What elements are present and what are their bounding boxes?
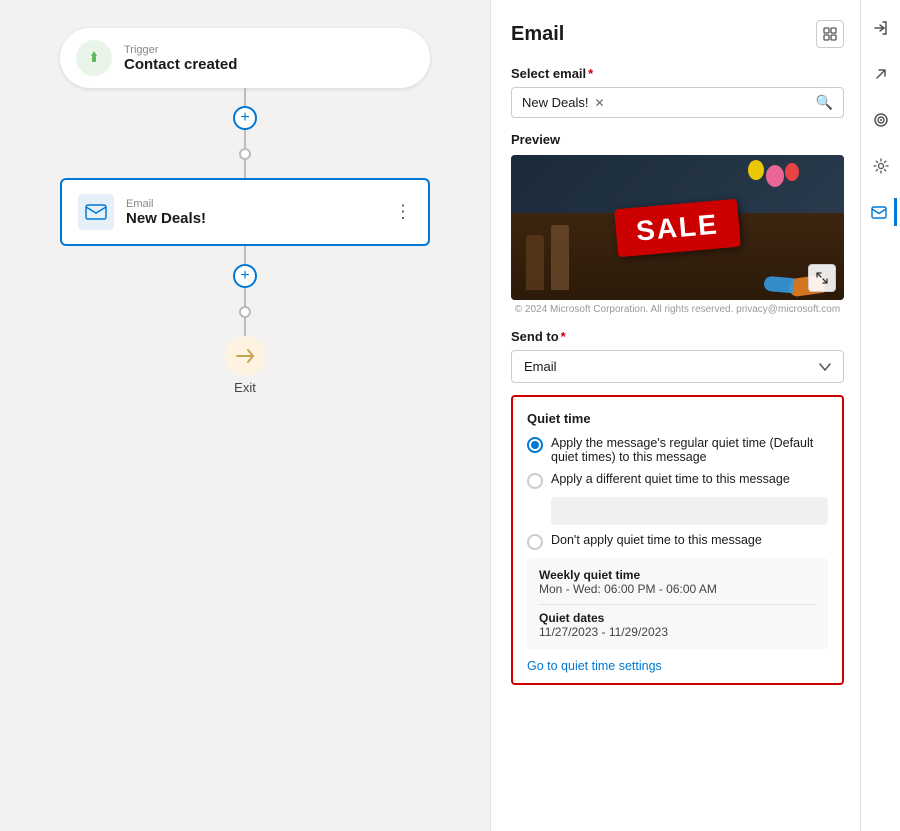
trigger-icon bbox=[76, 40, 112, 76]
quiet-option-3-text: Don't apply quiet time to this message bbox=[551, 533, 762, 547]
preview-image: SALE bbox=[511, 155, 844, 300]
email-node[interactable]: Email New Deals! ⋮ bbox=[60, 178, 430, 246]
line-3 bbox=[244, 160, 246, 178]
login-icon-button[interactable] bbox=[867, 14, 895, 42]
email-node-name: New Deals! bbox=[126, 210, 206, 227]
email-node-text: Email New Deals! bbox=[126, 198, 206, 227]
line-1 bbox=[244, 88, 246, 106]
quiet-info-box: Weekly quiet time Mon - Wed: 06:00 PM - … bbox=[527, 558, 828, 649]
quiet-option-3[interactable]: Don't apply quiet time to this message bbox=[527, 533, 828, 550]
exit-label: Exit bbox=[234, 380, 256, 395]
panel-title-text: Email bbox=[511, 23, 564, 46]
email-chip: New Deals! ✕ bbox=[522, 95, 605, 110]
radio-1[interactable] bbox=[527, 437, 543, 453]
target-icon-button[interactable] bbox=[867, 106, 895, 134]
exit-icon-button[interactable] bbox=[867, 60, 895, 88]
canvas-panel: Trigger Contact created + Email New Deal… bbox=[0, 0, 490, 831]
quiet-dates-value: 11/27/2023 - 11/29/2023 bbox=[539, 625, 816, 639]
quiet-input-placeholder bbox=[551, 497, 828, 525]
trigger-text: Trigger Contact created bbox=[124, 44, 237, 73]
panel-expand-icon[interactable] bbox=[816, 20, 844, 48]
quiet-dates-title: Quiet dates bbox=[539, 611, 816, 625]
settings-icon-button[interactable] bbox=[867, 152, 895, 180]
connector-1: + bbox=[233, 88, 257, 178]
add-step-2-button[interactable]: + bbox=[233, 264, 257, 288]
line-6 bbox=[244, 318, 246, 336]
preview-wrapper: SALE © 2024 Microsoft Corporation. All r… bbox=[511, 155, 844, 315]
connector-dot-2 bbox=[239, 306, 251, 318]
sale-sign: SALE bbox=[614, 198, 740, 257]
trigger-label: Trigger bbox=[124, 44, 237, 56]
trigger-name: Contact created bbox=[124, 56, 237, 73]
radio-2[interactable] bbox=[527, 473, 543, 489]
weekly-quiet-title: Weekly quiet time bbox=[539, 568, 816, 582]
line-2 bbox=[244, 130, 246, 148]
preview-footer: © 2024 Microsoft Corporation. All rights… bbox=[511, 304, 844, 315]
sale-scene: SALE bbox=[511, 155, 844, 300]
quiet-time-title: Quiet time bbox=[527, 411, 828, 426]
send-to-label: Send to* bbox=[511, 329, 844, 344]
email-chip-text: New Deals! bbox=[522, 95, 588, 110]
email-node-label: Email bbox=[126, 198, 206, 210]
connector-2: + bbox=[233, 246, 257, 336]
quiet-option-2[interactable]: Apply a different quiet time to this mes… bbox=[527, 472, 828, 489]
quiet-option-2-text: Apply a different quiet time to this mes… bbox=[551, 472, 790, 486]
preview-label: Preview bbox=[511, 132, 844, 147]
email-select-box[interactable]: New Deals! ✕ 🔍 bbox=[511, 87, 844, 118]
line-4 bbox=[244, 246, 246, 264]
email-icon-button[interactable] bbox=[865, 198, 897, 226]
panel-title-row: Email bbox=[511, 20, 844, 48]
select-email-label: Select email* bbox=[511, 66, 844, 81]
quiet-dates-row: Quiet dates 11/27/2023 - 11/29/2023 bbox=[539, 611, 816, 639]
send-to-dropdown[interactable]: Email bbox=[511, 350, 844, 383]
preview-expand-button[interactable] bbox=[808, 264, 836, 292]
chip-close-button[interactable]: ✕ bbox=[594, 96, 604, 110]
node-menu-button[interactable]: ⋮ bbox=[390, 198, 416, 227]
exit-icon bbox=[225, 336, 265, 376]
radio-3[interactable] bbox=[527, 534, 543, 550]
email-search-icon[interactable]: 🔍 bbox=[816, 94, 833, 111]
quiet-time-section: Quiet time Apply the message's regular q… bbox=[511, 395, 844, 685]
line-5 bbox=[244, 288, 246, 306]
trigger-node: Trigger Contact created bbox=[60, 28, 430, 88]
add-step-1-button[interactable]: + bbox=[233, 106, 257, 130]
quiet-option-1[interactable]: Apply the message's regular quiet time (… bbox=[527, 436, 828, 464]
exit-node: Exit bbox=[225, 336, 265, 395]
send-to-value: Email bbox=[524, 359, 557, 374]
right-panel: Email Select email* New Deals! ✕ 🔍 Previ bbox=[490, 0, 900, 831]
email-node-icon bbox=[78, 194, 114, 230]
sidebar-icons bbox=[860, 0, 900, 831]
weekly-quiet-row: Weekly quiet time Mon - Wed: 06:00 PM - … bbox=[539, 568, 816, 596]
quiet-link[interactable]: Go to quiet time settings bbox=[527, 659, 828, 673]
connector-dot-1 bbox=[239, 148, 251, 160]
weekly-quiet-value: Mon - Wed: 06:00 PM - 06:00 AM bbox=[539, 582, 816, 596]
quiet-option-1-text: Apply the message's regular quiet time (… bbox=[551, 436, 828, 464]
